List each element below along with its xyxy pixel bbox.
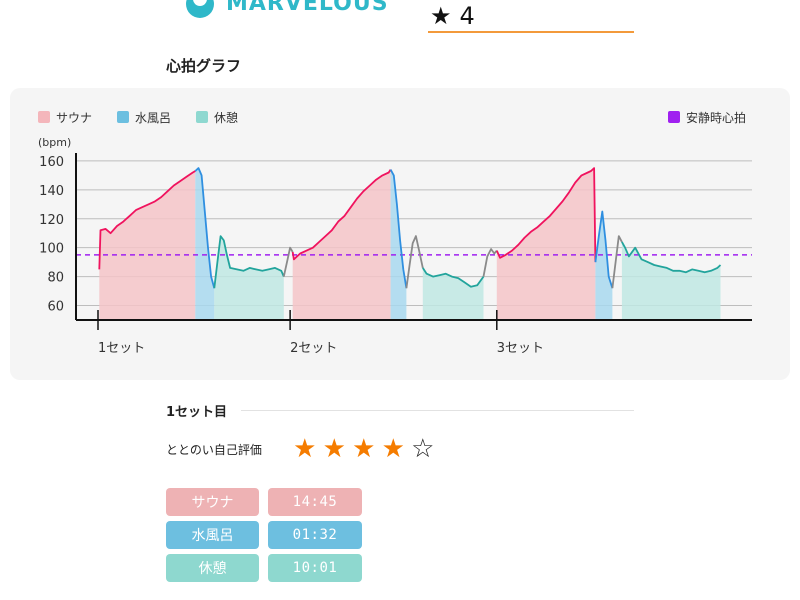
star-empty-icon[interactable]: ☆	[408, 434, 438, 464]
transition-line	[482, 248, 498, 277]
legend-label-resting: 安静時心拍	[686, 110, 746, 125]
set-tick-label: 1セット	[98, 341, 145, 356]
heart-rate-chart-card: サウナ 水風呂 休憩 安静時心拍 (bpm) 60 80 100 120 140 160 1セット 2セ…	[10, 88, 790, 380]
sauna-area	[496, 168, 596, 320]
transition-line	[282, 246, 294, 277]
transition-line	[611, 235, 623, 289]
phase-row: 休憩 10:01	[166, 554, 362, 582]
phase-name-badge: 水風呂	[166, 521, 259, 549]
y-tick-label: 120	[39, 213, 64, 228]
phase-name-badge: 休憩	[166, 554, 259, 582]
self-rating-stars: ★ ★ ★ ★ ☆	[290, 434, 438, 464]
y-tick-label: 80	[47, 271, 64, 286]
y-axis-label: (bpm)	[38, 136, 71, 149]
overall-rating-value: 4	[459, 1, 475, 30]
phase-duration-badge: 14:45	[268, 488, 362, 516]
y-tick-label: 60	[47, 300, 64, 315]
set-tick-label: 2セット	[290, 341, 337, 356]
legend-swatch	[38, 111, 50, 123]
legend-label: 休憩	[214, 110, 238, 125]
overall-rating: ★ 4	[428, 0, 634, 33]
sauna-area	[292, 169, 391, 320]
phase-row: 水風呂 01:32	[166, 521, 362, 549]
brand-name: MARVELOUS	[226, 0, 389, 16]
legend-swatch	[196, 111, 208, 123]
rest-area	[621, 241, 721, 320]
legend-swatch-resting	[668, 111, 680, 123]
self-rating-label: ととのい自己評価	[166, 442, 262, 457]
set-title: 1セット目	[166, 404, 228, 420]
phase-duration-badge: 10:01	[268, 554, 362, 582]
phase-duration-badge: 01:32	[268, 521, 362, 549]
heart-rate-chart: サウナ 水風呂 休憩 安静時心拍 (bpm) 60 80 100 120 140 160 1セット 2セ…	[38, 110, 752, 356]
self-rating-row: ととのい自己評価 ★ ★ ★ ★ ☆	[166, 434, 438, 464]
star-filled-icon[interactable]: ★	[320, 434, 350, 464]
star-filled-icon[interactable]: ★	[349, 434, 379, 464]
set-heading: 1セット目	[166, 400, 634, 420]
cold-area	[195, 168, 215, 320]
header: MARVELOUS ★ 4	[0, 0, 800, 40]
legend-label: 水風呂	[135, 111, 171, 125]
brand-logo[interactable]: MARVELOUS	[186, 0, 389, 18]
set-heading-divider	[241, 409, 634, 411]
star-filled-icon[interactable]: ★	[379, 434, 409, 464]
transition-line	[405, 235, 424, 289]
star-filled-icon[interactable]: ★	[290, 434, 320, 464]
y-tick-label: 140	[39, 184, 64, 199]
y-tick-label: 100	[39, 242, 64, 257]
star-icon: ★	[430, 1, 452, 30]
cold-area	[390, 169, 407, 320]
legend-swatch	[117, 111, 129, 123]
set-tick-label: 3セット	[497, 341, 544, 356]
y-tick-label: 160	[39, 155, 64, 170]
sauna-area	[99, 171, 196, 320]
phase-row: サウナ 14:45	[166, 488, 362, 516]
phase-name-badge: サウナ	[166, 488, 259, 516]
brand-logo-icon	[186, 0, 214, 18]
heart-rate-graph-title: 心拍グラフ	[166, 57, 242, 75]
legend-label: サウナ	[56, 111, 92, 125]
